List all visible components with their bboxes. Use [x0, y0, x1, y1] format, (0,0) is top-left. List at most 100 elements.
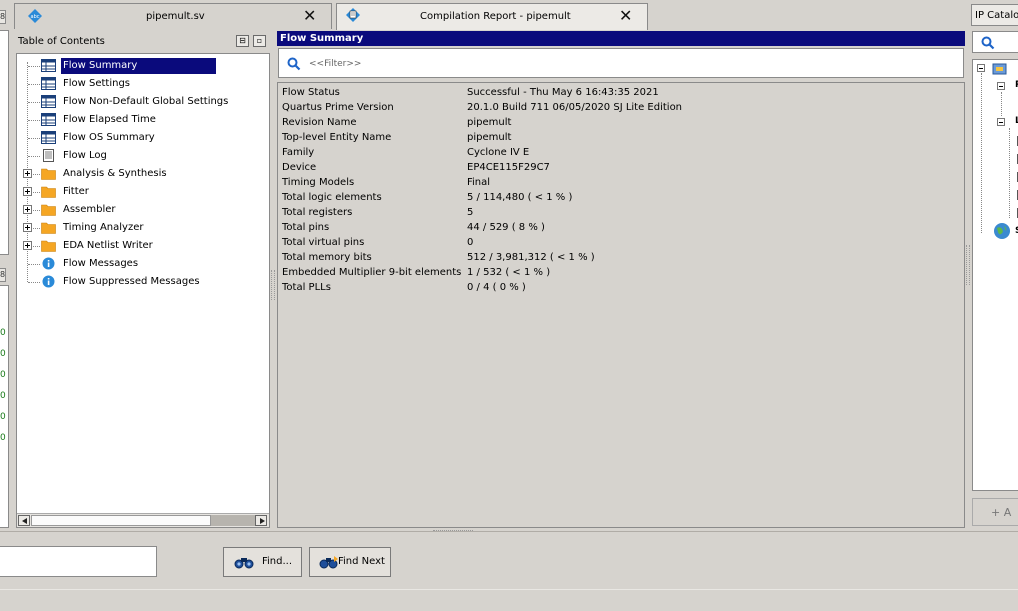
scrollbar-track[interactable]: [211, 515, 255, 526]
expand-icon[interactable]: [23, 205, 32, 214]
expand-icon[interactable]: [23, 223, 32, 232]
summary-value: pipemult: [467, 117, 512, 128]
summary-key: Flow Status: [282, 87, 340, 98]
expand-icon[interactable]: [23, 169, 32, 178]
tab-pipemult-sv[interactable]: abc pipemult.sv ✕: [14, 3, 332, 29]
clipped-control[interactable]: 8: [0, 268, 6, 282]
clipped-value: 0: [0, 412, 6, 422]
scroll-right-icon[interactable]: [255, 515, 267, 526]
toc-item-flow-elapsed-time[interactable]: Flow Elapsed Time: [17, 112, 257, 128]
find-label: Find...: [262, 556, 293, 567]
toc-item-label: Flow Suppressed Messages: [63, 276, 200, 287]
scrollbar-thumb[interactable]: [31, 515, 211, 526]
toc-item-fitter[interactable]: Fitter: [17, 184, 257, 200]
collapse-icon[interactable]: [997, 118, 1005, 126]
toc-item-flow-suppressed-messages[interactable]: Flow Suppressed Messages: [17, 274, 257, 290]
summary-key: Revision Name: [282, 117, 357, 128]
find-button[interactable]: Find...: [223, 547, 302, 577]
toc-item-label: Analysis & Synthesis: [63, 168, 167, 179]
table-icon: [41, 59, 56, 72]
vertical-splitter[interactable]: [271, 270, 275, 300]
toc-item-analysis-synthesis[interactable]: Analysis & Synthesis: [17, 166, 257, 182]
toc-item-label: Assembler: [63, 204, 116, 215]
toc-horizontal-scrollbar[interactable]: [17, 513, 269, 527]
collapse-icon[interactable]: [997, 82, 1005, 90]
toc-item-label: Flow Messages: [63, 258, 139, 269]
filter-field[interactable]: <<Filter>>: [278, 48, 964, 78]
vertical-splitter[interactable]: [966, 245, 970, 285]
summary-key: Quartus Prime Version: [282, 102, 394, 113]
clipped-panel-upper: [0, 30, 9, 255]
summary-key: Total pins: [282, 222, 330, 233]
collapse-icon[interactable]: [977, 64, 985, 72]
close-icon[interactable]: ✕: [619, 7, 632, 25]
add-ip-button[interactable]: + A: [972, 498, 1018, 526]
toc-item-label: Flow Settings: [63, 78, 131, 89]
toc-tree: Flow Summary Flow Settings Flow Non-Defa…: [16, 53, 270, 528]
folder-icon: [41, 222, 56, 234]
ip-catalog-tree: P L S: [972, 59, 1018, 491]
ip-catalog-header: IP Catalog: [971, 4, 1018, 26]
scroll-left-icon[interactable]: [18, 515, 30, 526]
expand-icon[interactable]: [23, 187, 32, 196]
toc-item-label: Timing Analyzer: [63, 222, 144, 233]
close-icon[interactable]: ✕: [303, 7, 316, 25]
clipped-panel-lower: 0 0 0 0 0 0: [0, 285, 9, 528]
summary-key: Embedded Multiplier 9-bit elements: [282, 267, 462, 278]
summary-key: Total memory bits: [282, 252, 372, 263]
text-file-icon: [43, 149, 54, 162]
summary-value: 0: [467, 237, 474, 248]
summary-key: Total PLLs: [282, 282, 331, 293]
summary-value: 0 / 4 ( 0 % ): [467, 282, 526, 293]
search-icon: [981, 36, 995, 50]
toc-item-flow-summary[interactable]: Flow Summary: [17, 58, 257, 74]
table-icon: [41, 131, 56, 144]
clipped-value: 0: [0, 349, 6, 359]
find-next-label: Find Next: [338, 556, 385, 567]
toc-item-eda-netlist-writer[interactable]: EDA Netlist Writer: [17, 238, 257, 254]
summary-value: 20.1.0 Build 711 06/05/2020 SJ Lite Edit…: [467, 102, 683, 113]
summary-key: Device: [282, 162, 317, 173]
tab-compilation-report[interactable]: Compilation Report - pipemult ✕: [336, 3, 648, 30]
toc-item-flow-log[interactable]: Flow Log: [17, 148, 257, 164]
toc-item-flow-os-summary[interactable]: Flow OS Summary: [17, 130, 257, 146]
expand-icon[interactable]: [23, 241, 32, 250]
summary-value: Final: [467, 177, 491, 188]
toc-header: Table of Contents ⊟ ▫: [16, 32, 270, 52]
find-input[interactable]: [0, 546, 157, 577]
toc-item-assembler[interactable]: Assembler: [17, 202, 257, 218]
binoculars-next-icon: [319, 556, 338, 569]
toc-item-flow-messages[interactable]: Flow Messages: [17, 256, 257, 272]
status-bar: [0, 589, 1018, 611]
ip-search-field[interactable]: [972, 31, 1018, 53]
float-icon[interactable]: ▫: [253, 35, 266, 47]
library-icon: [992, 63, 1007, 75]
summary-value: 512 / 3,981,312 ( < 1 % ): [467, 252, 595, 263]
toc-item-label: Flow Summary: [61, 58, 216, 74]
table-icon: [41, 113, 56, 126]
pin-icon[interactable]: ⊟: [236, 35, 249, 47]
toc-item-flow-settings[interactable]: Flow Settings: [17, 76, 257, 92]
toc-item-label: Flow OS Summary: [63, 132, 155, 143]
find-next-button[interactable]: Find Next: [309, 547, 391, 577]
flow-summary-header: Flow Summary: [277, 31, 965, 46]
folder-icon: [41, 204, 56, 216]
add-ip-label: + A: [991, 506, 1012, 519]
summary-value: 1 / 532 ( < 1 % ): [467, 267, 551, 278]
summary-key: Total registers: [282, 207, 353, 218]
toc-item-timing-analyzer[interactable]: Timing Analyzer: [17, 220, 257, 236]
clipped-control[interactable]: 8: [0, 10, 6, 24]
toc-item-flow-non-default-global-settings[interactable]: Flow Non-Default Global Settings: [17, 94, 257, 110]
globe-icon: [994, 223, 1010, 239]
verilog-file-icon: abc: [28, 9, 42, 23]
toc-item-label: EDA Netlist Writer: [63, 240, 153, 251]
summary-value: Cyclone IV E: [467, 147, 530, 158]
folder-icon: [41, 240, 56, 252]
summary-key: Timing Models: [282, 177, 355, 188]
compilation-report-icon: [346, 8, 360, 22]
summary-key: Top-level Entity Name: [282, 132, 392, 143]
toc-item-label: Fitter: [63, 186, 89, 197]
filter-placeholder: <<Filter>>: [309, 59, 362, 69]
toc-title: Table of Contents: [18, 36, 105, 47]
binoculars-icon: [234, 558, 254, 569]
